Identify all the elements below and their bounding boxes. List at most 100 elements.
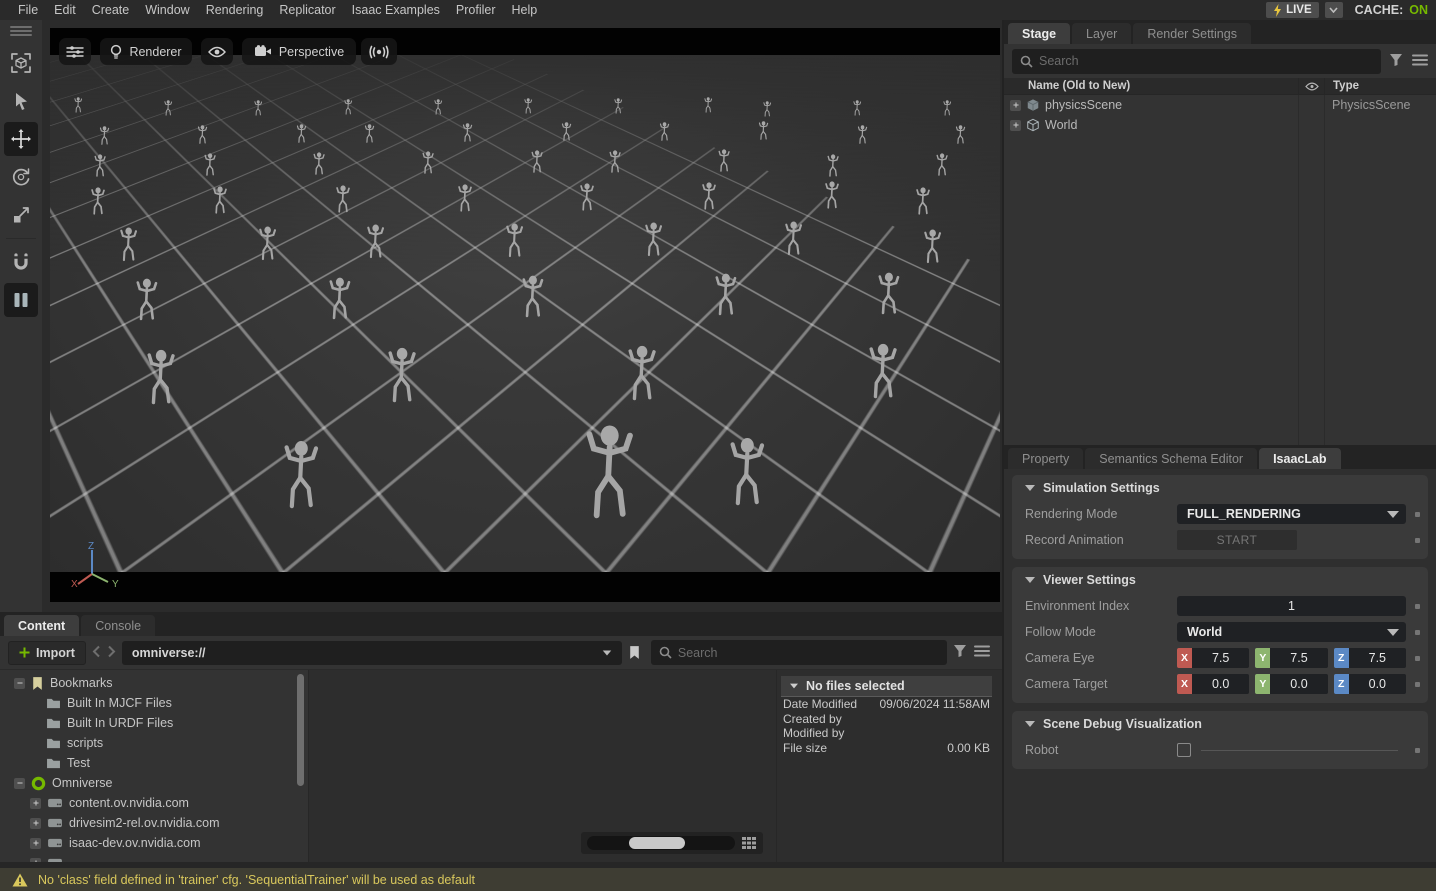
snap-tool-button[interactable] [4, 245, 38, 279]
property-default-dot[interactable] [1415, 538, 1420, 543]
menu-edit[interactable]: Edit [46, 3, 84, 17]
property-default-dot[interactable] [1415, 656, 1420, 661]
property-default-dot[interactable] [1415, 512, 1420, 517]
tab-content[interactable]: Content [4, 615, 79, 636]
tab-isaaclab[interactable]: IsaacLab [1259, 448, 1341, 469]
file-size-label: File size [783, 741, 827, 756]
tree-item-mjcf[interactable]: Built In MJCF Files [0, 693, 308, 713]
stage-filter-button[interactable] [1389, 53, 1404, 70]
back-button[interactable] [92, 645, 101, 661]
move-tool-button[interactable] [4, 122, 38, 156]
menu-replicator[interactable]: Replicator [271, 3, 343, 17]
robot-checkbox[interactable] [1177, 743, 1191, 757]
viewport-settings-button[interactable] [59, 38, 91, 65]
camera-eye-x-field[interactable]: 7.5 [1192, 648, 1249, 668]
search-icon [1020, 55, 1033, 68]
path-dropdown-icon[interactable] [603, 650, 612, 655]
rendering-mode-dropdown[interactable]: FULL_RENDERING [1177, 504, 1406, 524]
broadcast-button[interactable] [361, 38, 397, 65]
camera-target-z-field[interactable]: 0.0 [1349, 674, 1406, 694]
viewport-canvas[interactable] [50, 55, 1000, 572]
content-search-input[interactable] [678, 646, 939, 660]
column-type-header[interactable]: Type [1324, 78, 1436, 94]
camera-eye-z-field[interactable]: 7.5 [1349, 648, 1406, 668]
viewer-settings-header[interactable]: Viewer Settings [1012, 567, 1428, 593]
camera-target-x-field[interactable]: 0.0 [1192, 674, 1249, 694]
menu-help[interactable]: Help [504, 3, 546, 17]
file-grid-area[interactable] [308, 670, 776, 862]
simulation-settings-header[interactable]: Simulation Settings [1012, 475, 1428, 501]
stage-column-headers[interactable]: Name (Old to New) Type [1004, 78, 1436, 95]
tree-item-server-content[interactable]: content.ov.nvidia.com [0, 793, 308, 813]
pause-button[interactable] [4, 283, 38, 317]
column-name-header[interactable]: Name (Old to New) [1004, 80, 1298, 92]
stage-search-input[interactable] [1039, 54, 1373, 68]
tab-semantics-schema-editor[interactable]: Semantics Schema Editor [1085, 448, 1257, 469]
content-filter-button[interactable] [953, 644, 968, 661]
viewport[interactable]: Renderer Perspective [42, 20, 1002, 612]
menu-rendering[interactable]: Rendering [198, 3, 272, 17]
tree-item-server-isaacdev[interactable]: isaac-dev.ov.nvidia.com [0, 833, 308, 853]
tab-layer[interactable]: Layer [1072, 23, 1131, 44]
property-default-dot[interactable] [1415, 682, 1420, 687]
cursor-select-button[interactable] [4, 84, 38, 118]
expand-box-icon[interactable] [30, 818, 41, 829]
select-mode-button[interactable] [4, 46, 38, 80]
menu-create[interactable]: Create [84, 3, 138, 17]
tab-stage[interactable]: Stage [1008, 23, 1070, 44]
stage-row-physicsscene[interactable]: physicsScene PhysicsScene [1004, 95, 1436, 115]
visibility-menu-button[interactable] [201, 38, 233, 65]
rotate-tool-button[interactable] [4, 160, 38, 194]
property-default-dot[interactable] [1415, 604, 1420, 609]
tab-property[interactable]: Property [1008, 448, 1083, 469]
tree-item-server-partial[interactable] [0, 853, 308, 862]
renderer-menu-button[interactable]: Renderer [100, 38, 192, 65]
tab-render-settings[interactable]: Render Settings [1133, 23, 1251, 44]
menu-isaac-examples[interactable]: Isaac Examples [344, 3, 448, 17]
scale-tool-button[interactable] [4, 198, 38, 232]
slider-knob[interactable] [629, 837, 685, 849]
tree-item-omniverse[interactable]: Omniverse [0, 773, 308, 793]
import-button[interactable]: Import [8, 641, 86, 665]
path-input[interactable] [132, 646, 602, 660]
selection-header[interactable]: No files selected [781, 676, 992, 697]
forward-button[interactable] [107, 645, 116, 661]
content-options-button[interactable] [974, 645, 990, 660]
menu-file[interactable]: File [10, 3, 46, 17]
camera-eye-y-field[interactable]: 7.5 [1270, 648, 1327, 668]
thumbnail-slider[interactable] [587, 836, 735, 850]
tree-item-scripts[interactable]: scripts [0, 733, 308, 753]
path-bar[interactable] [122, 641, 622, 665]
content-search-field[interactable] [651, 640, 947, 665]
tab-console[interactable]: Console [81, 615, 155, 636]
tree-scrollbar[interactable] [297, 674, 304, 786]
collapse-box-icon[interactable] [14, 678, 25, 689]
menu-window[interactable]: Window [137, 3, 197, 17]
camera-menu-button[interactable]: Perspective [242, 38, 356, 65]
property-default-dot[interactable] [1415, 630, 1420, 635]
bookmark-icon[interactable] [628, 645, 641, 660]
menu-profiler[interactable]: Profiler [448, 3, 504, 17]
expand-box-icon[interactable] [30, 798, 41, 809]
tree-item-server-drivesim[interactable]: drivesim2-rel.ov.nvidia.com [0, 813, 308, 833]
collapse-box-icon[interactable] [14, 778, 25, 789]
live-button[interactable]: LIVE [1266, 2, 1319, 18]
record-start-button[interactable]: START [1177, 530, 1297, 550]
live-dropdown-button[interactable] [1325, 2, 1343, 18]
camera-target-y-field[interactable]: 0.0 [1270, 674, 1327, 694]
tree-item-urdf[interactable]: Built In URDF Files [0, 713, 308, 733]
expand-icon[interactable] [1010, 120, 1021, 131]
follow-mode-dropdown[interactable]: World [1177, 622, 1406, 642]
tree-item-test[interactable]: Test [0, 753, 308, 773]
stage-row-world[interactable]: World [1004, 115, 1436, 135]
grid-view-icon[interactable] [741, 836, 757, 850]
property-default-dot[interactable] [1415, 748, 1420, 753]
scene-debug-header[interactable]: Scene Debug Visualization [1012, 711, 1428, 737]
tree-item-bookmarks[interactable]: Bookmarks [0, 673, 308, 693]
stage-options-button[interactable] [1412, 54, 1428, 69]
expand-icon[interactable] [1010, 100, 1021, 111]
environment-index-field[interactable]: 1 [1177, 596, 1406, 616]
expand-box-icon[interactable] [30, 838, 41, 849]
toolbar-grip-handle[interactable] [10, 24, 32, 38]
stage-search-field[interactable] [1012, 49, 1381, 74]
